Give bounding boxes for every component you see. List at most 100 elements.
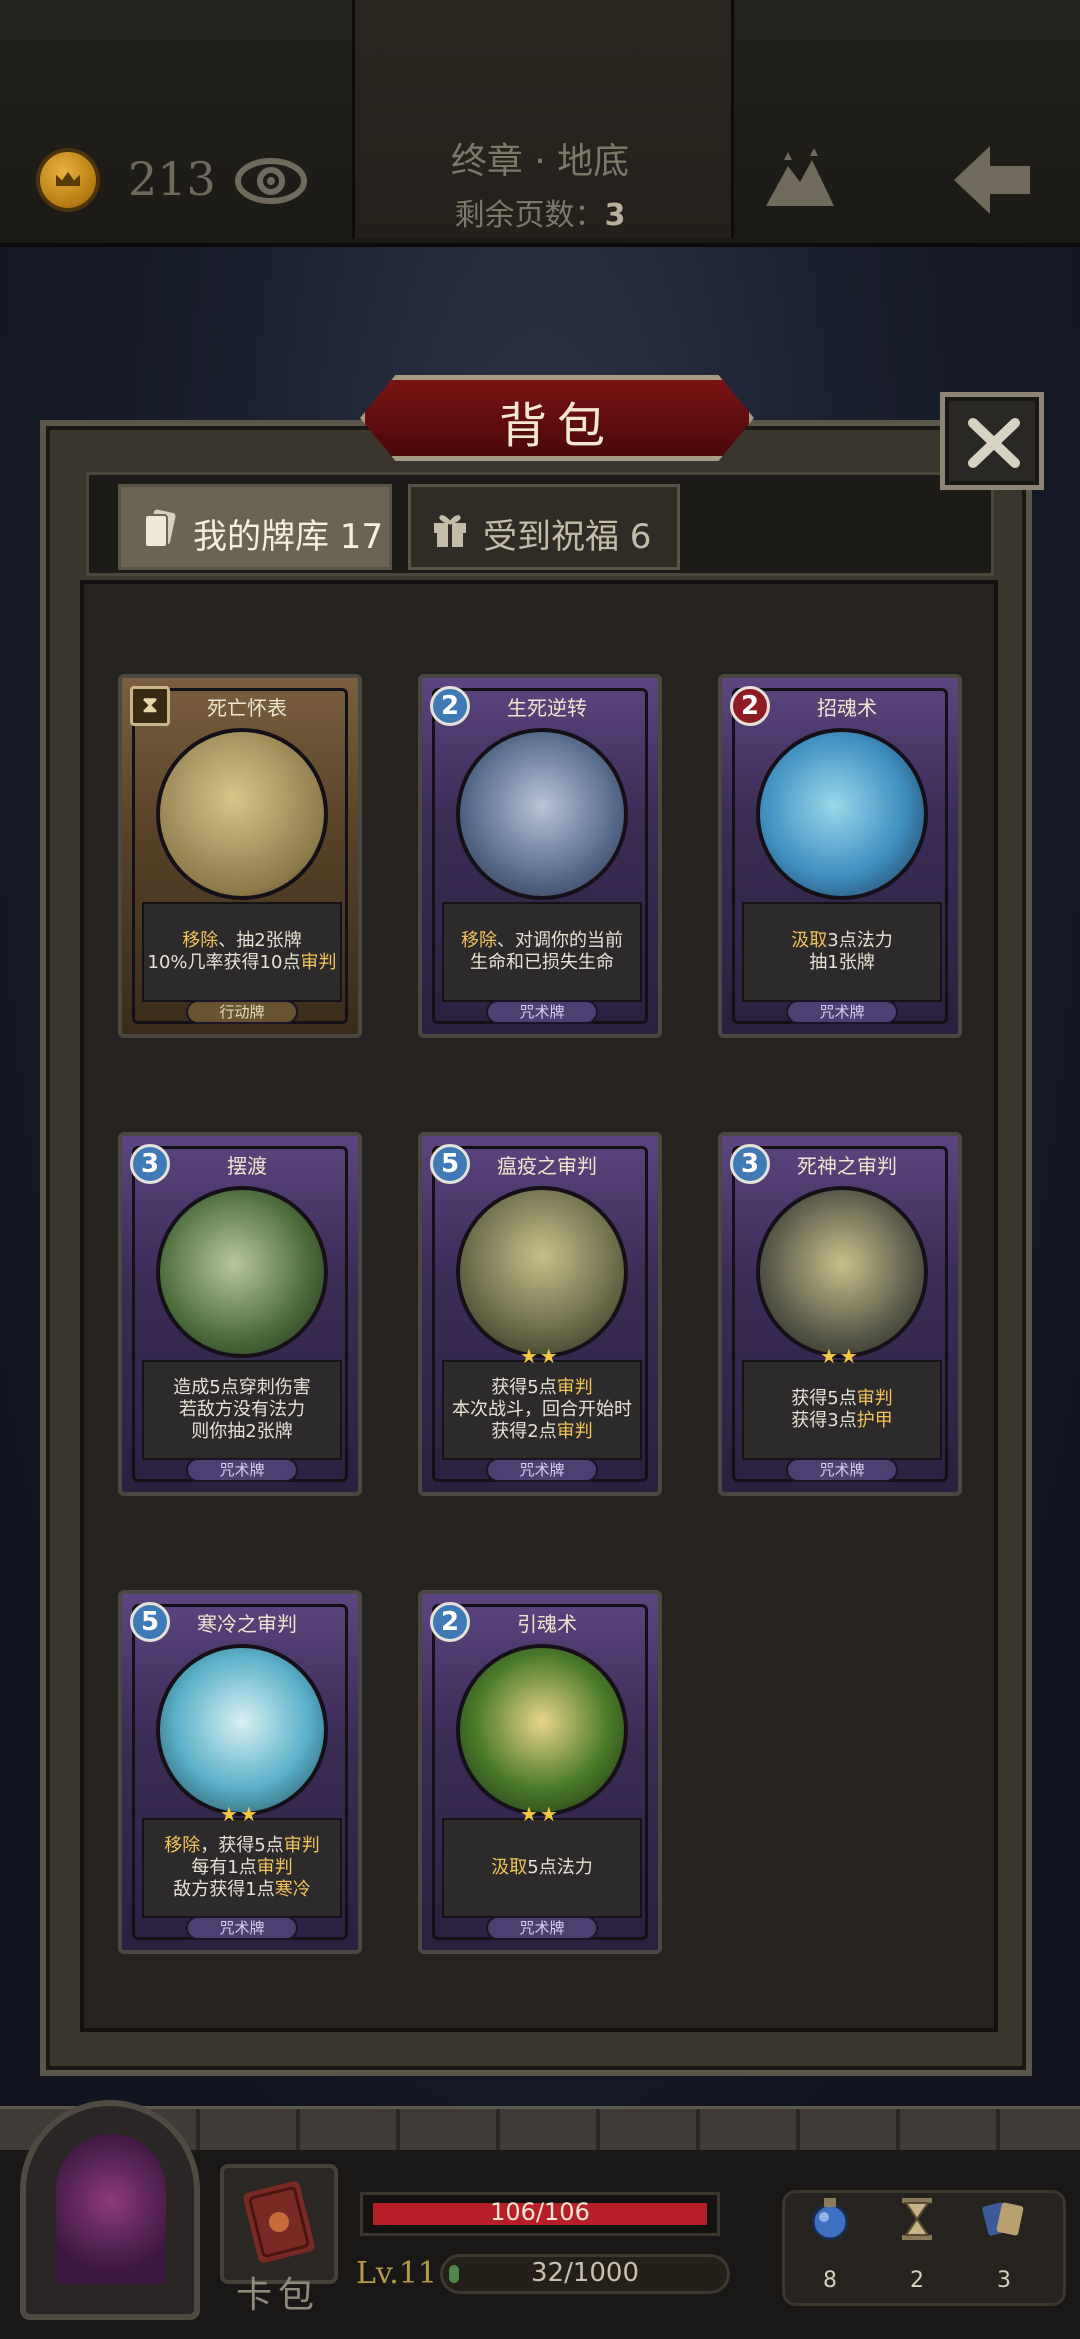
- card-art: [456, 1644, 628, 1816]
- potion-icon: [811, 2198, 849, 2241]
- card-cost: 5: [430, 1144, 470, 1184]
- card-name: 招魂术: [817, 696, 877, 720]
- panel-title: 背包: [498, 398, 615, 454]
- card-0[interactable]: ⧗ 死亡怀表移除、抽2张牌 10%几率获得10点审判 行动牌: [118, 674, 362, 1038]
- card-description-line: 每有1点审判: [191, 1857, 293, 1878]
- chapter-title: 终章 · 地底: [450, 141, 630, 182]
- coin-icon: [36, 148, 100, 212]
- card-type: 咒术牌: [186, 1458, 298, 1482]
- card-name: 死神之审判: [797, 1154, 897, 1178]
- card-name: 生死逆转: [507, 696, 587, 720]
- card-art: [756, 728, 928, 900]
- potion-count: 8: [823, 2268, 837, 2293]
- card-type: 咒术牌: [486, 1000, 598, 1024]
- card-2[interactable]: 2 招魂术 汲取3点法力 抽1张牌 咒术牌: [718, 674, 962, 1038]
- card-7[interactable]: 2 引魂术 汲取5点法力 ★★ 咒术牌: [418, 1590, 662, 1954]
- card-description-line: 生命和已损失生命: [470, 952, 614, 973]
- card-type: 咒术牌: [786, 1458, 898, 1482]
- hourglass-icon: [902, 2198, 932, 2240]
- card-description-line: 汲取3点法力: [791, 930, 893, 951]
- card-name: 引魂术: [517, 1612, 577, 1636]
- hp-text: 106/106: [490, 2198, 590, 2226]
- tab-my-deck[interactable]: 我的牌库 17: [118, 484, 392, 570]
- card-description-line: 抽1张牌: [809, 952, 875, 973]
- card-description: 移除、对调你的当前 生命和已损失生命: [442, 902, 642, 1002]
- card-6[interactable]: 5 寒冷之审判 移除，获得5点审判 每有1点审判 敌方获得1点寒冷 ★★ 咒术牌: [118, 1590, 362, 1954]
- cards-count: 3: [997, 2268, 1011, 2293]
- card-description-line: 若敌方没有法力: [179, 1399, 305, 1420]
- card-description-line: 本次战斗，回合开始时: [452, 1399, 632, 1420]
- card-description: 获得5点审判 获得3点护甲: [742, 1360, 942, 1460]
- eye-icon[interactable]: [234, 150, 308, 212]
- potion-stat[interactable]: 8: [800, 2196, 860, 2293]
- cards-stat[interactable]: 3: [974, 2196, 1034, 2293]
- card-description-line: 获得2点审判: [491, 1421, 593, 1442]
- card-stars-icon: ★★: [520, 1344, 560, 1368]
- card-art: [156, 728, 328, 900]
- card-cost: 2: [430, 686, 470, 726]
- book-icon: [243, 2181, 315, 2263]
- card-description-line: 则你抽2张牌: [191, 1421, 293, 1442]
- card-description-line: 造成5点穿刺伤害: [173, 1377, 311, 1398]
- card-name: 寒冷之审判: [197, 1612, 297, 1636]
- card-name: 死亡怀表: [207, 696, 287, 720]
- pages-left: 剩余页数：3: [352, 190, 728, 234]
- close-icon: [968, 418, 1020, 468]
- card-art: [156, 1186, 328, 1358]
- card-description-line: 移除，获得5点审判: [164, 1835, 320, 1856]
- card-cost: 5: [130, 1602, 170, 1642]
- card-description-line: 移除、对调你的当前: [461, 930, 623, 951]
- hourglass-count: 2: [910, 2268, 924, 2293]
- back-arrow-icon[interactable]: [952, 142, 1032, 218]
- card-art: [456, 1186, 628, 1358]
- card-stars-icon: ★★: [820, 1344, 860, 1368]
- card-description-line: 获得5点审判: [491, 1377, 593, 1398]
- card-type: 咒术牌: [786, 1000, 898, 1024]
- card-description-line: 获得5点审判: [791, 1388, 893, 1409]
- card-icon: [144, 509, 176, 548]
- card-5[interactable]: 3 死神之审判 获得5点审判 获得3点护甲 ★★ 咒术牌: [718, 1132, 962, 1496]
- card-description-line: 敌方获得1点寒冷: [173, 1879, 311, 1900]
- card-stars-icon: ★★: [220, 1802, 260, 1826]
- card-description-line: 汲取5点法力: [491, 1857, 593, 1878]
- card-art: [156, 1644, 328, 1816]
- coin-count: 213: [128, 152, 216, 206]
- card-description: 造成5点穿刺伤害 若敌方没有法力 则你抽2张牌: [142, 1360, 342, 1460]
- portal-icon: [56, 2134, 166, 2284]
- xp-text: 32/1000: [530, 2258, 639, 2288]
- card-stars-icon: ★★: [520, 1802, 560, 1826]
- card-name: 瘟疫之审判: [497, 1154, 597, 1178]
- card-description-line: 获得3点护甲: [791, 1410, 893, 1431]
- card-hourglass-icon: ⧗: [130, 686, 170, 726]
- card-4[interactable]: 5 瘟疫之审判 获得5点审判 本次战斗，回合开始时 获得2点审判 ★★ 咒术牌: [418, 1132, 662, 1496]
- card-art: [456, 728, 628, 900]
- card-description-line: 移除、抽2张牌: [182, 930, 302, 951]
- card-description: 获得5点审判 本次战斗，回合开始时 获得2点审判: [442, 1360, 642, 1460]
- card-art: [756, 1186, 928, 1358]
- card-description: 移除、抽2张牌 10%几率获得10点审判: [142, 902, 342, 1002]
- card-description: 汲取3点法力 抽1张牌: [742, 902, 942, 1002]
- hourglass-stat[interactable]: 2: [887, 2196, 947, 2293]
- card-1[interactable]: 2 生死逆转移除、对调你的当前 生命和已损失生命 咒术牌: [418, 674, 662, 1038]
- card-description: 汲取5点法力: [442, 1818, 642, 1918]
- gift-icon: [434, 515, 466, 547]
- card-name: 摆渡: [227, 1154, 267, 1178]
- close-button[interactable]: [940, 392, 1044, 490]
- tab-blessings[interactable]: 受到祝福 6: [408, 484, 680, 570]
- map-icon[interactable]: [762, 146, 838, 210]
- card-3[interactable]: 3 摆渡造成5点穿刺伤害 若敌方没有法力 则你抽2张牌 咒术牌: [118, 1132, 362, 1496]
- level-label: Lv.11: [356, 2256, 438, 2291]
- card-type: 咒术牌: [186, 1916, 298, 1940]
- card-type: 行动牌: [186, 1000, 298, 1024]
- pages-left-value: 3: [604, 198, 626, 233]
- card-description-line: 10%几率获得10点审判: [147, 952, 337, 973]
- card-type: 咒术牌: [486, 1916, 598, 1940]
- card-type: 咒术牌: [486, 1458, 598, 1482]
- card-cost: 3: [130, 1144, 170, 1184]
- card-description: 移除，获得5点审判 每有1点审判 敌方获得1点寒冷: [142, 1818, 342, 1918]
- tab-blessings-label: 受到祝福 6: [483, 517, 652, 557]
- card-cost: 3: [730, 1144, 770, 1184]
- card-cost: 2: [730, 686, 770, 726]
- pages-left-label: 剩余页数：: [454, 198, 605, 233]
- tab-my-deck-label: 我的牌库 17: [193, 517, 384, 557]
